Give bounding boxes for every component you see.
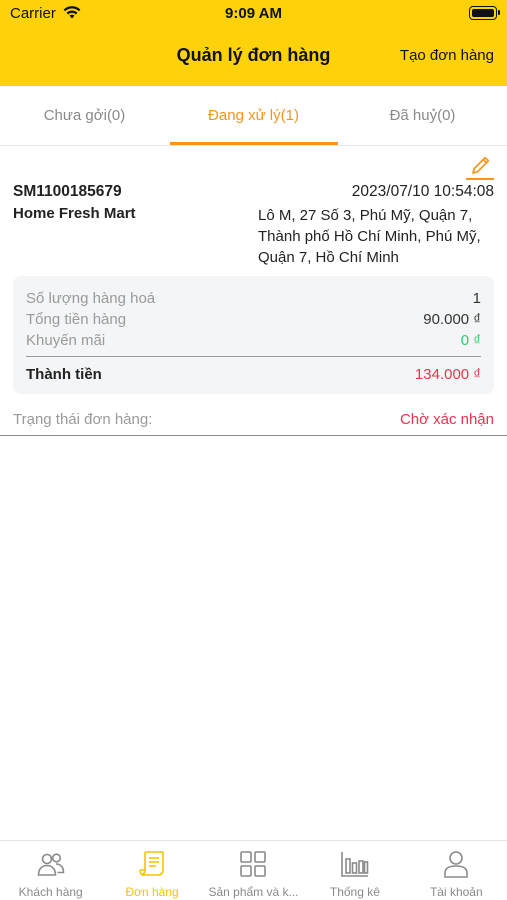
nav-customers[interactable]: Khách hàng xyxy=(0,841,101,900)
products-icon xyxy=(240,851,267,877)
account-icon xyxy=(444,851,469,878)
edit-pencil-icon[interactable] xyxy=(465,152,495,182)
nav-orders[interactable]: Đơn hàng xyxy=(101,841,202,900)
quantity-value: 1 xyxy=(472,290,481,307)
battery-icon xyxy=(469,6,500,20)
orders-icon xyxy=(139,851,164,876)
total-label: Thành tiền xyxy=(26,366,102,383)
subtotal-value: 90.000 ₫ xyxy=(423,311,481,328)
tab-not-sent[interactable]: Chưa gởi(0) xyxy=(0,86,169,146)
discount-value: 0 ₫ xyxy=(460,332,481,349)
order-status-value: Chờ xác nhận xyxy=(399,411,494,428)
subtotal-label: Tổng tiền hàng xyxy=(26,311,127,328)
customers-icon xyxy=(37,853,64,876)
quantity-label: Số lượng hàng hoá xyxy=(26,290,156,307)
bottom-tab-bar: Khách hàng Đơn hàng Sản phẩm và k... Thố… xyxy=(0,840,507,900)
active-tab-indicator xyxy=(170,142,338,145)
tab-processing[interactable]: Đang xử lý(1) xyxy=(169,86,338,146)
nav-orders-label: Đơn hàng xyxy=(125,885,179,899)
store-address: Lô M, 27 Số 3, Phú Mỹ, Quận 7, Thành phố… xyxy=(258,207,481,266)
status-bar: Carrier 9:09 AM xyxy=(0,0,507,26)
order-status-label: Trạng thái đơn hàng: xyxy=(13,411,153,428)
order-datetime: 2023/07/10 10:54:08 xyxy=(351,183,494,200)
order-card[interactable]: SM1100185679 2023/07/10 10:54:08 Home Fr… xyxy=(0,147,507,436)
nav-products-label: Sản phẩm và k... xyxy=(208,885,299,899)
nav-products[interactable]: Sản phẩm và k... xyxy=(203,841,304,900)
nav-statistics-label: Thống kê xyxy=(329,885,380,899)
statistics-icon xyxy=(341,852,369,877)
create-order-button[interactable]: Tạo đơn hàng xyxy=(400,47,494,64)
nav-bar: Quản lý đơn hàng Tạo đơn hàng xyxy=(0,26,507,86)
nav-statistics[interactable]: Thống kê xyxy=(304,841,405,900)
clock: 9:09 AM xyxy=(225,5,282,22)
tab-cancelled[interactable]: Đã huỷ(0) xyxy=(338,86,507,146)
nav-account[interactable]: Tài khoản xyxy=(406,841,507,900)
total-value: 134.000 ₫ xyxy=(414,366,481,383)
summary-divider xyxy=(26,356,481,357)
order-id: SM1100185679 xyxy=(13,183,122,200)
order-status-tabs: Chưa gởi(0) Đang xử lý(1) Đã huỷ(0) xyxy=(0,86,507,146)
order-summary: Số lượng hàng hoá 1 Tổng tiền hàng 90.00… xyxy=(13,276,494,394)
nav-customers-label: Khách hàng xyxy=(18,885,83,899)
nav-account-label: Tài khoản xyxy=(429,885,483,899)
store-name: Home Fresh Mart xyxy=(13,205,136,222)
discount-label: Khuyến mãi xyxy=(26,332,106,349)
